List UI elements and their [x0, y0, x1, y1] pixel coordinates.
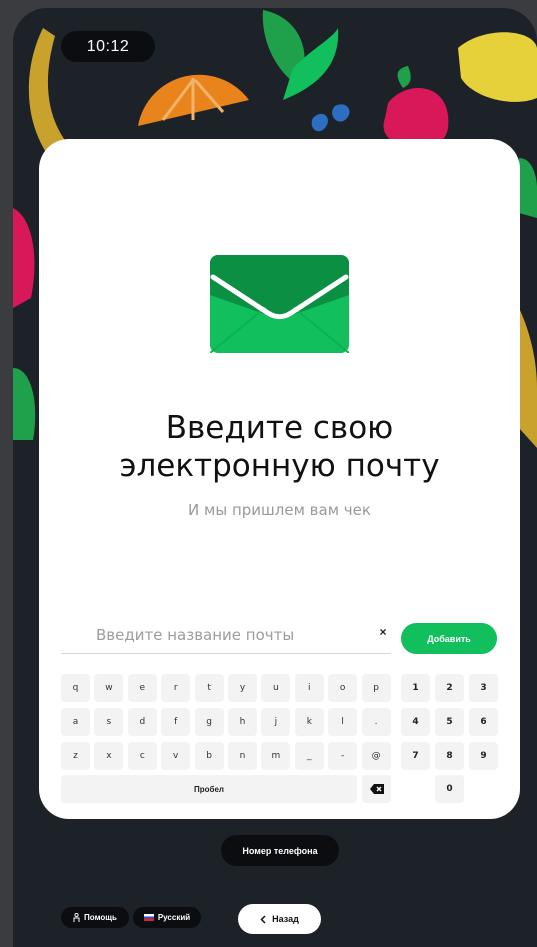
envelope-icon	[210, 255, 349, 353]
numpad-key-4[interactable]: 4	[401, 708, 430, 736]
page-subtitle: И мы пришлем вам чек	[188, 501, 371, 519]
help-label: Помощь	[84, 913, 117, 922]
numpad-key-3[interactable]: 3	[469, 674, 498, 702]
key-g[interactable]: g	[194, 708, 224, 736]
key-l[interactable]: l	[328, 708, 358, 736]
backspace-key[interactable]	[362, 775, 391, 803]
numpad-key-2[interactable]: 2	[435, 674, 464, 702]
key-e[interactable]: e	[127, 674, 157, 702]
key-i[interactable]: i	[294, 674, 324, 702]
key-w[interactable]: w	[94, 674, 124, 702]
key-x[interactable]: x	[94, 742, 124, 770]
page-title: Введите свою электронную почту	[119, 410, 440, 484]
lemon-decoration	[458, 32, 537, 102]
key-p[interactable]: p	[361, 674, 391, 702]
key-k[interactable]: k	[294, 708, 324, 736]
key-z[interactable]: z	[61, 742, 90, 770]
numpad-key-8[interactable]: 8	[435, 742, 464, 770]
key-a[interactable]: a	[61, 708, 90, 736]
space-key[interactable]: Пробел	[61, 775, 357, 803]
key-r[interactable]: r	[161, 674, 191, 702]
key-f[interactable]: f	[161, 708, 191, 736]
email-field[interactable]	[61, 617, 398, 653]
clear-input-icon[interactable]: ×	[374, 623, 392, 641]
phone-number-button[interactable]: Номер телефона	[221, 835, 339, 866]
key-s[interactable]: s	[94, 708, 124, 736]
key-h[interactable]: h	[228, 708, 257, 736]
key-n[interactable]: n	[228, 742, 257, 770]
kiosk-screen: 10:12 Введите свою электронную почту И м…	[13, 8, 537, 947]
back-button[interactable]: Назад	[238, 904, 321, 934]
chevron-left-icon	[260, 914, 266, 924]
help-button[interactable]: Помощь	[61, 907, 129, 928]
language-label: Русский	[157, 913, 191, 922]
key-.[interactable]: .	[361, 708, 391, 736]
key-m[interactable]: m	[261, 742, 291, 770]
key-b[interactable]: b	[194, 742, 224, 770]
numpad-key-1[interactable]: 1	[401, 674, 430, 702]
person-icon	[73, 913, 80, 922]
status-time: 10:12	[61, 31, 155, 62]
numpad-key-6[interactable]: 6	[469, 708, 498, 736]
key-@[interactable]: @	[361, 742, 391, 770]
back-label: Назад	[272, 914, 299, 924]
key-q[interactable]: q	[61, 674, 90, 702]
numpad-key-9[interactable]: 9	[469, 742, 498, 770]
key-y[interactable]: y	[228, 674, 257, 702]
berries-decoration	[311, 104, 350, 132]
apple-decoration	[383, 88, 449, 145]
email-field-row: ×	[61, 617, 398, 654]
numpad-key-0[interactable]: 0	[435, 775, 464, 803]
key-v[interactable]: v	[161, 742, 191, 770]
key-u[interactable]: u	[261, 674, 291, 702]
key-o[interactable]: o	[328, 674, 358, 702]
numpad-key-5[interactable]: 5	[435, 708, 464, 736]
backspace-icon	[369, 784, 384, 794]
key-j[interactable]: j	[261, 708, 291, 736]
numpad-key-7[interactable]: 7	[401, 742, 430, 770]
key--[interactable]: -	[328, 742, 358, 770]
key-d[interactable]: d	[127, 708, 157, 736]
email-card: Введите свою электронную почту И мы приш…	[39, 139, 520, 819]
key-c[interactable]: c	[127, 742, 157, 770]
language-button[interactable]: Русский	[133, 907, 201, 928]
key-_[interactable]: _	[294, 742, 324, 770]
key-t[interactable]: t	[194, 674, 224, 702]
russian-flag-icon	[143, 914, 154, 921]
add-email-button[interactable]: Добавить	[401, 623, 497, 654]
